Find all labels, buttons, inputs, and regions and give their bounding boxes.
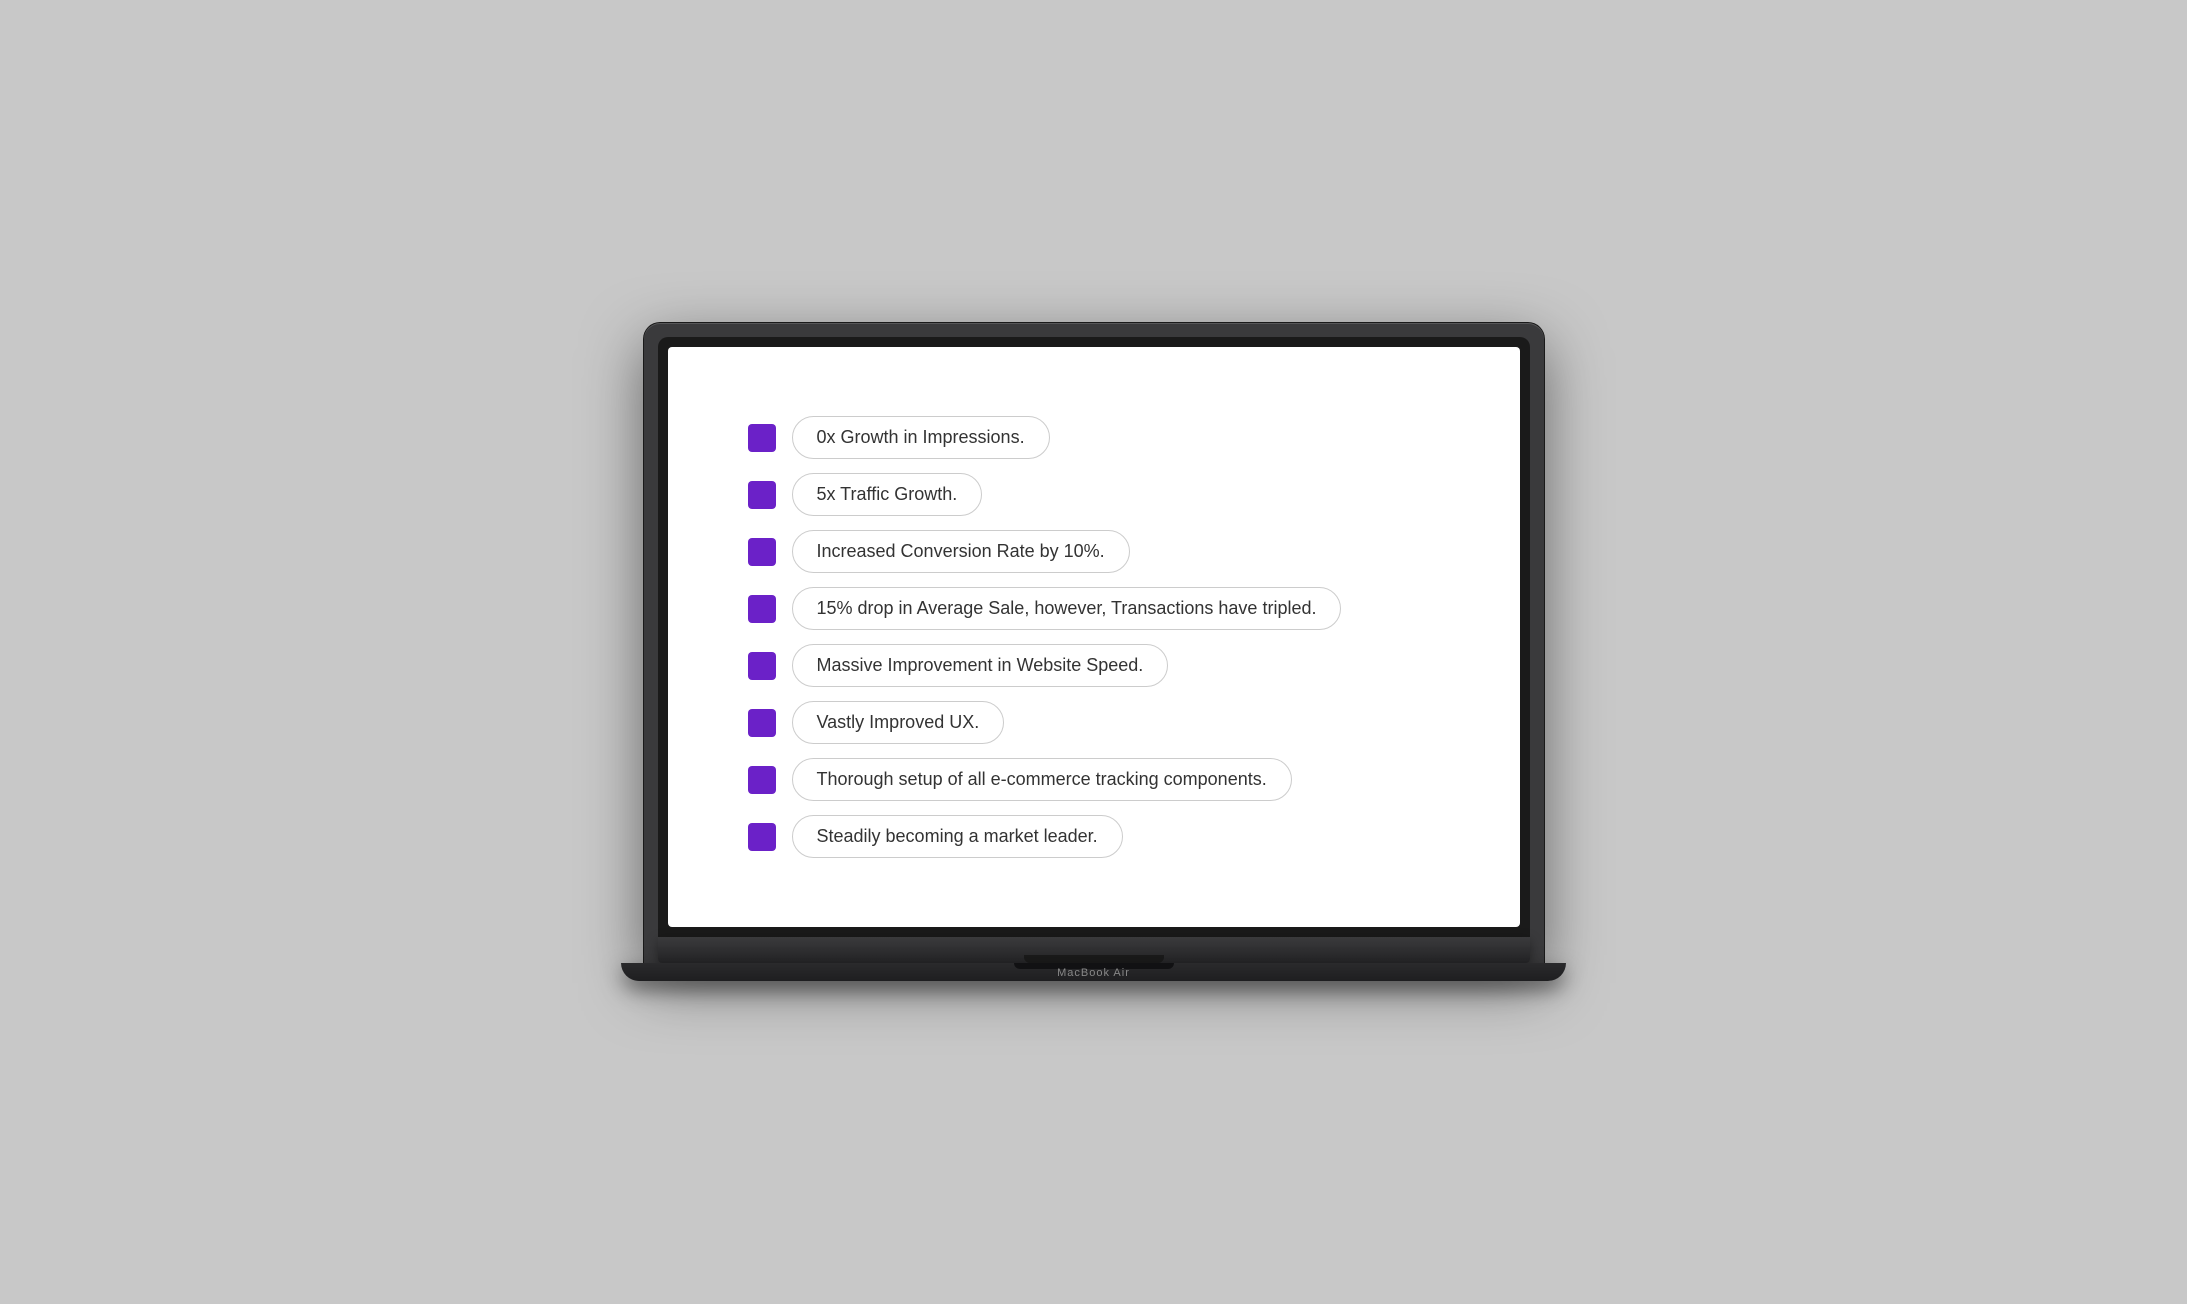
- bullet-icon-6: [748, 709, 776, 737]
- bullet-icon-3: [748, 538, 776, 566]
- laptop-body: 0x Growth in Impressions. 5x Traffic Gro…: [644, 323, 1544, 963]
- item-box-7: Thorough setup of all e-commerce trackin…: [792, 758, 1292, 801]
- screen: 0x Growth in Impressions. 5x Traffic Gro…: [668, 347, 1520, 927]
- bullet-icon-2: [748, 481, 776, 509]
- list-item: 15% drop in Average Sale, however, Trans…: [748, 587, 1440, 630]
- macbook-label: MacBook Air: [1057, 967, 1130, 979]
- item-box-1: 0x Growth in Impressions.: [792, 416, 1050, 459]
- list-item: Vastly Improved UX.: [748, 701, 1440, 744]
- item-box-5: Massive Improvement in Website Speed.: [792, 644, 1169, 687]
- item-box-4: 15% drop in Average Sale, however, Trans…: [792, 587, 1342, 630]
- bullet-icon-4: [748, 595, 776, 623]
- list-item: Steadily becoming a market leader.: [748, 815, 1440, 858]
- laptop-base: [658, 937, 1530, 963]
- bullet-icon-1: [748, 424, 776, 452]
- item-box-2: 5x Traffic Growth.: [792, 473, 983, 516]
- item-box-3: Increased Conversion Rate by 10%.: [792, 530, 1130, 573]
- item-box-6: Vastly Improved UX.: [792, 701, 1005, 744]
- list-item: Massive Improvement in Website Speed.: [748, 644, 1440, 687]
- item-box-8: Steadily becoming a market leader.: [792, 815, 1123, 858]
- list-item: Increased Conversion Rate by 10%.: [748, 530, 1440, 573]
- screen-bezel: 0x Growth in Impressions. 5x Traffic Gro…: [658, 337, 1530, 937]
- bullet-icon-5: [748, 652, 776, 680]
- items-list: 0x Growth in Impressions. 5x Traffic Gro…: [748, 416, 1440, 858]
- bullet-icon-7: [748, 766, 776, 794]
- bullet-icon-8: [748, 823, 776, 851]
- laptop-bottom: MacBook Air: [621, 963, 1566, 981]
- list-item: Thorough setup of all e-commerce trackin…: [748, 758, 1440, 801]
- list-item: 0x Growth in Impressions.: [748, 416, 1440, 459]
- list-item: 5x Traffic Growth.: [748, 473, 1440, 516]
- laptop-mockup: 0x Growth in Impressions. 5x Traffic Gro…: [644, 323, 1544, 981]
